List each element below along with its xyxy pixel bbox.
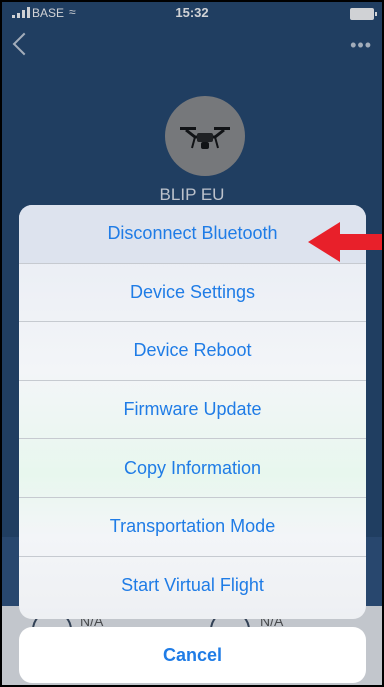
copy-information-button[interactable]: Copy Information [19, 439, 366, 498]
annotation-arrow-icon [308, 222, 382, 262]
start-virtual-flight-button[interactable]: Start Virtual Flight [19, 557, 366, 616]
device-reboot-button[interactable]: Device Reboot [19, 322, 366, 381]
device-settings-button[interactable]: Device Settings [19, 264, 366, 323]
phone-screen: BASE ≈ 15:32 ••• BLIP EU N/A N/A Disconn… [0, 0, 384, 687]
firmware-update-button[interactable]: Firmware Update [19, 381, 366, 440]
action-sheet: Disconnect Bluetooth Device Settings Dev… [19, 205, 366, 619]
transportation-mode-button[interactable]: Transportation Mode [19, 498, 366, 557]
cancel-button[interactable]: Cancel [19, 627, 366, 683]
